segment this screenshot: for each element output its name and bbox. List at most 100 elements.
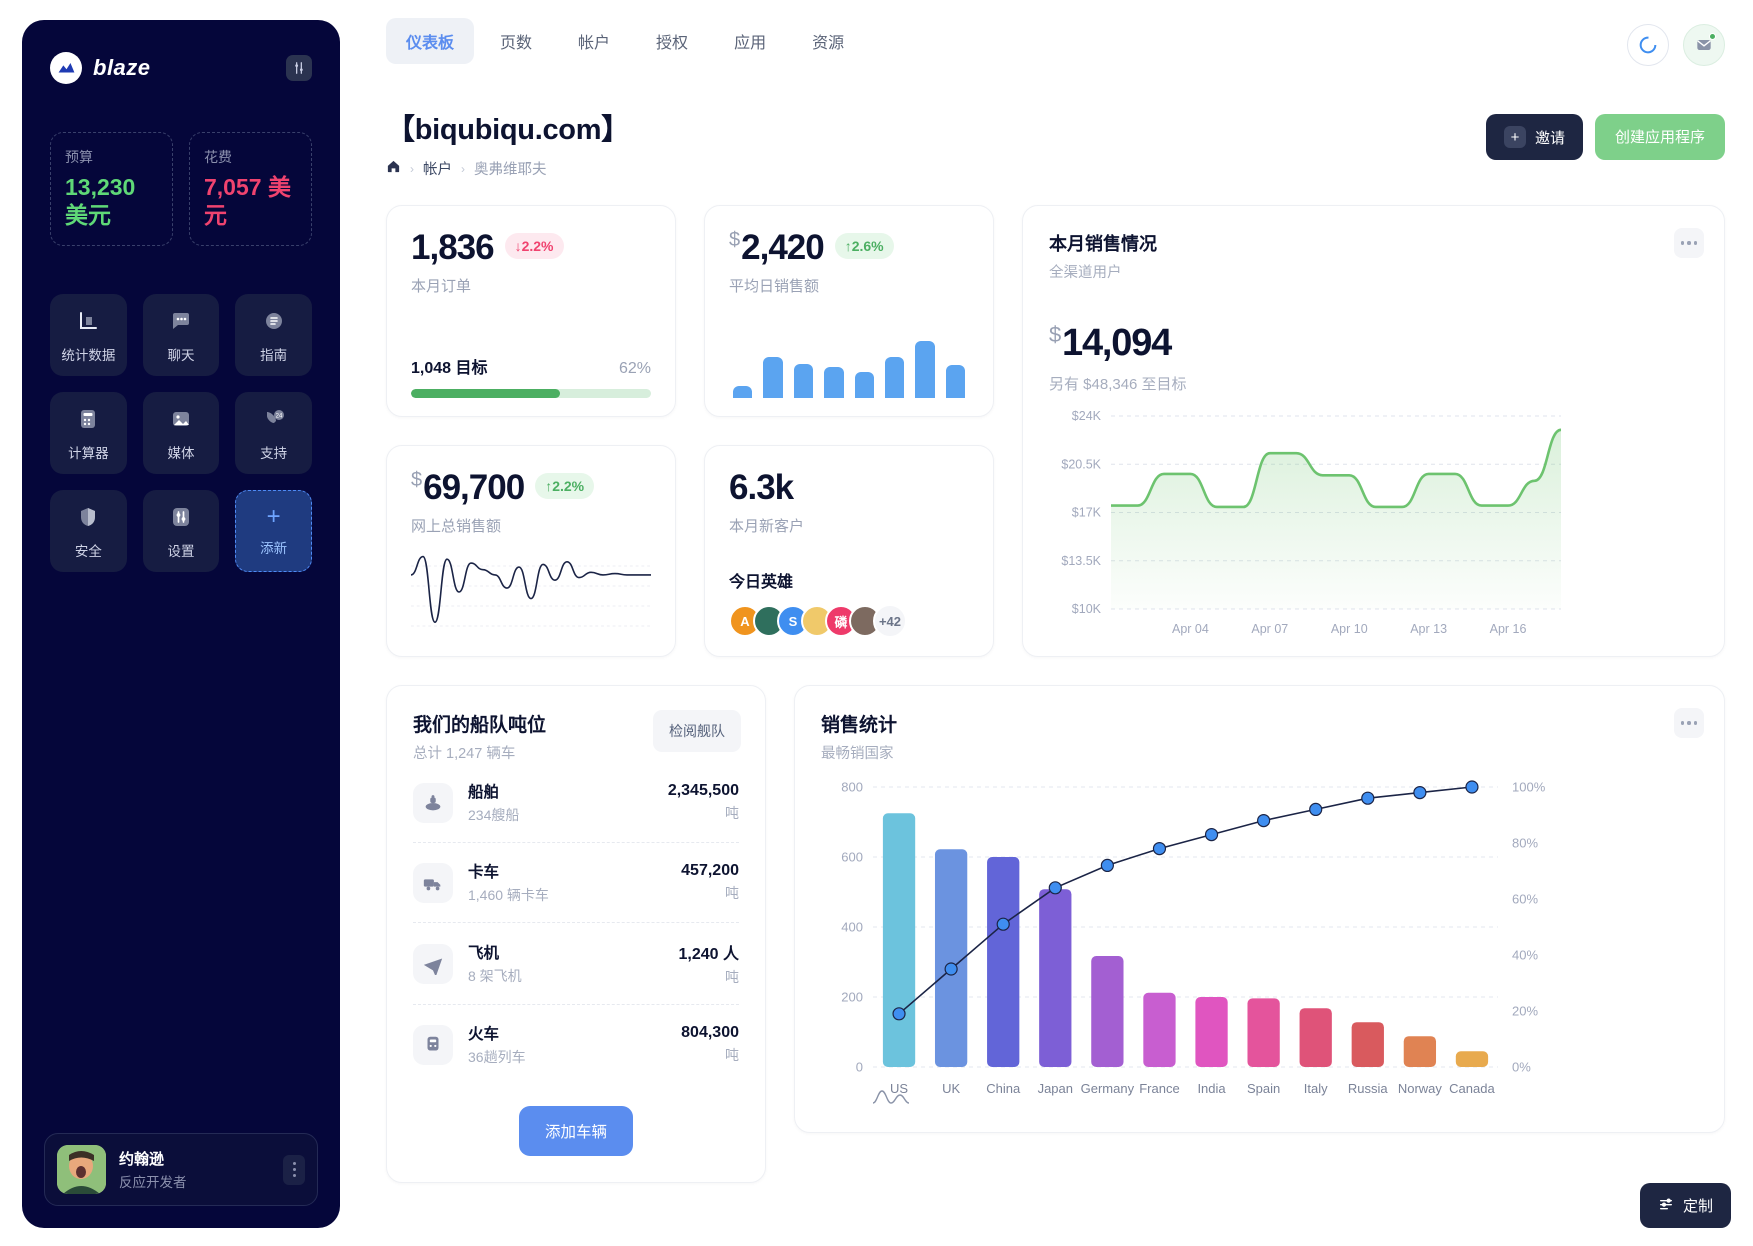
add-vehicle-button[interactable]: 添加车辆 xyxy=(518,1106,633,1156)
fleet-row-count: 36趟列车 xyxy=(468,1049,526,1065)
svg-text:France: France xyxy=(1139,1081,1179,1096)
fleet-row[interactable]: 卡车 1,460 辆卡车 457,200 吨 xyxy=(413,843,739,923)
fleet-row[interactable]: 船舶 234艘船 2,345,500 吨 xyxy=(413,763,739,843)
sidebar-item-chat[interactable]: 聊天 xyxy=(142,294,220,377)
sidebar-item-media[interactable]: 媒体 xyxy=(142,392,220,475)
tab-resources[interactable]: 资源 xyxy=(792,18,864,64)
spark-bar xyxy=(854,372,874,398)
brand[interactable]: blaze xyxy=(50,52,151,84)
sidebar-item-calculator[interactable]: 计算器 xyxy=(50,392,127,475)
sidebar-item-stats[interactable]: 统计数据 xyxy=(50,294,127,377)
fleet-row-unit: 吨 xyxy=(725,885,739,901)
svg-text:Apr 16: Apr 16 xyxy=(1490,622,1527,636)
card-sales-stats: 销售统计 最畅销国家 800 600 400 200 0 100% 80% 60% 40% 20%… xyxy=(794,685,1725,1133)
budget-value: 13,230 美元 xyxy=(65,174,136,229)
fleet-row-amount: 804,300 xyxy=(681,1024,739,1041)
sidebar-item-support[interactable]: 24 支持 xyxy=(235,392,312,475)
svg-text:60%: 60% xyxy=(1512,892,1538,907)
review-fleet-button[interactable]: 检阅舰队 xyxy=(653,710,741,752)
avg-change-badge: ↑2.6% xyxy=(834,233,894,259)
breadcrumb-accounts[interactable]: 帐户 xyxy=(423,158,452,179)
sidebar-item-label: 支持 xyxy=(260,446,288,462)
tab-accounts[interactable]: 帐户 xyxy=(558,18,630,64)
orders-subtitle: 本月订单 xyxy=(411,278,472,295)
card-orders: 1,836 ↓2.2% 本月订单 1,048 目标 62% xyxy=(386,205,676,417)
sidebar-item-security[interactable]: 安全 xyxy=(50,490,127,573)
profile-role: 反应开发者 xyxy=(119,1175,187,1190)
sliders-icon[interactable] xyxy=(286,55,312,81)
ship-icon xyxy=(413,782,453,823)
orders-goal: 1,048 目标 62% xyxy=(411,354,651,398)
orders-change-badge: ↓2.2% xyxy=(504,233,564,259)
header-buttons: + 邀请 创建应用程序 xyxy=(1485,114,1725,160)
svg-text:200: 200 xyxy=(841,990,863,1005)
sidebar-profile[interactable]: 约翰逊 反应开发者 xyxy=(44,1133,318,1206)
svg-text:Apr 10: Apr 10 xyxy=(1331,622,1368,636)
sidebar-item-label: 媒体 xyxy=(167,446,195,462)
svg-text:600: 600 xyxy=(841,850,863,865)
svg-text:0%: 0% xyxy=(1512,1060,1531,1075)
create-app-button[interactable]: 创建应用程序 xyxy=(1594,114,1725,160)
avg-top: $2,420 ↑2.6% xyxy=(729,230,969,265)
fleet-row[interactable]: 火车 36趟列车 804,300 吨 xyxy=(413,1005,739,1084)
media-icon xyxy=(166,404,196,434)
card-avg-daily-sales: $2,420 ↑2.6% 平均日销售额 xyxy=(704,205,994,417)
svg-text:UK: UK xyxy=(942,1081,960,1096)
sidebar-item-guide[interactable]: 指南 xyxy=(235,294,312,377)
card-new-customers: 6.3k 本月新客户 今日英雄 A S 磷 +42 xyxy=(704,445,994,657)
breadcrumb: › 帐户 › 奥弗维耶夫 xyxy=(386,158,1725,179)
home-icon[interactable] xyxy=(386,159,401,178)
sidebar-item-label: 指南 xyxy=(260,348,288,364)
orders-value: 1,836 xyxy=(411,228,495,267)
svg-text:$20.5K: $20.5K xyxy=(1061,457,1101,471)
online-top: $69,700 ↑2.2% xyxy=(411,470,651,505)
month-sales-menu-icon[interactable] xyxy=(1674,228,1704,258)
spend-value: 7,057 美元 xyxy=(204,174,291,229)
svg-text:100%: 100% xyxy=(1512,780,1546,795)
online-sales-line-chart xyxy=(411,546,651,627)
svg-text:$17K: $17K xyxy=(1072,506,1102,520)
sidebar-item-settings[interactable]: 设置 xyxy=(142,490,220,573)
invite-button[interactable]: + 邀请 xyxy=(1485,114,1583,160)
sales-stats-subtitle: 最畅销国家 xyxy=(821,746,894,762)
tab-pages[interactable]: 页数 xyxy=(480,18,552,64)
sales-stats-title: 销售统计 xyxy=(821,715,898,736)
fleet-row[interactable]: 飞机 8 架飞机 1,240 人吨 xyxy=(413,923,739,1005)
sidebar-item-label: 计算器 xyxy=(68,446,109,462)
sidebar-item-add-new[interactable]: + 添新 xyxy=(235,490,312,573)
sidebar-nav-grid: 统计数据 聊天 指南 计算器 媒体 24 支持 安全 设置 + 添新 xyxy=(22,246,340,573)
svg-text:400: 400 xyxy=(841,920,863,935)
spark-bar xyxy=(733,386,753,398)
tab-dashboard[interactable]: 仪表板 xyxy=(386,18,475,64)
goal-progress-fill xyxy=(411,389,560,398)
fleet-rows: 船舶 234艘船 2,345,500 吨卡车 1,460 辆卡车 457,200 吨飞机 8 … xyxy=(413,763,739,1084)
card-fleet: 我们的船队吨位 总计 1,247 辆车 检阅舰队 船舶 234艘船 2,345,50… xyxy=(386,685,766,1183)
invite-button-label: 邀请 xyxy=(1534,129,1565,147)
sales-stats-menu-icon[interactable] xyxy=(1674,708,1704,738)
svg-text:Russia: Russia xyxy=(1348,1081,1389,1096)
fleet-row-count: 1,460 辆卡车 xyxy=(468,887,549,903)
month-sales-note: 另有 $48,346 至目标 xyxy=(1049,376,1187,393)
customers-value: 6.3k xyxy=(729,468,794,507)
breadcrumb-sep: › xyxy=(410,161,414,176)
online-change-badge: ↑2.2% xyxy=(535,473,595,499)
heroes-avatars[interactable]: A S 磷 +42 xyxy=(729,604,969,638)
card-month-sales: 本月销售情况 全渠道用户 $14,094 另有 $48,346 至目标 $24K… xyxy=(1022,205,1725,657)
hero-more-count[interactable]: +42 xyxy=(873,604,907,638)
top-tabs: 仪表板 页数 帐户 授权 应用 资源 xyxy=(386,18,1725,64)
svg-text:$24K: $24K xyxy=(1072,409,1102,423)
budget-card[interactable]: 预算 13,230 美元 xyxy=(50,132,173,247)
sidebar-item-label: 安全 xyxy=(74,544,102,560)
customize-button[interactable]: 定制 xyxy=(1639,1183,1731,1228)
spark-bar xyxy=(763,356,783,398)
tab-apps[interactable]: 应用 xyxy=(714,18,786,64)
tab-authorization[interactable]: 授权 xyxy=(636,18,708,64)
notifications-icon[interactable] xyxy=(1683,24,1725,66)
profile-menu-icon[interactable] xyxy=(283,1154,305,1185)
fleet-row-amount: 2,345,500 xyxy=(667,782,739,799)
fleet-row-name: 飞机 xyxy=(468,945,500,962)
spend-card[interactable]: 花费 7,057 美元 xyxy=(189,132,312,247)
loading-spinner-icon[interactable] xyxy=(1627,24,1669,66)
svg-text:Spain: Spain xyxy=(1247,1081,1280,1096)
